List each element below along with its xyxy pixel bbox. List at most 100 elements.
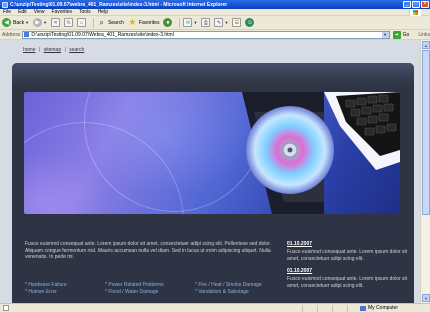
back-button[interactable]: ◀ Back ▼ [2,18,29,27]
address-bar: Address D:\unzip\Testing\01.09.07\Webra_… [0,30,430,40]
address-label: Address [2,31,21,38]
menu-file[interactable]: File [3,9,11,15]
refresh-icon: ↻ [64,18,74,27]
links-toolbar-label[interactable]: Links [418,32,430,38]
home-icon: ⌂ [77,18,87,27]
link-fire-damage[interactable]: * Fire / Heat / Smoke Damage [195,282,275,288]
maximize-button[interactable]: □ [412,1,420,8]
print-button[interactable]: ⎙ [201,18,211,27]
window-title: C:\unzip\Testing\01.09.07\webra_401_Ramz… [10,1,228,8]
menu-help[interactable]: Help [98,9,108,15]
links-row: * Human Error * Flood / Water Damage * V… [25,288,280,295]
standard-toolbar: ◀ Back ▼ ▶ ▼ ✕ ↻ ⌂ ⌕ Search ★ Favorites … [0,16,430,30]
media-button[interactable]: ● [163,18,173,27]
window-title-bar[interactable]: C:\unzip\Testing\01.09.07\webra_401_Ramz… [0,0,430,9]
link-flood-damage[interactable]: * Flood / Water Damage [105,289,195,295]
search-label: Search [108,19,124,26]
news-text: Fusce euismod consequat ante. Lorem ipsu… [287,249,408,262]
status-divider [347,304,348,312]
favorites-label: Favorites [138,19,160,26]
menu-favorites[interactable]: Favorites [51,9,72,15]
vertical-scrollbar[interactable]: ▲ ▼ [420,40,430,303]
menu-tools[interactable]: Tools [79,9,91,15]
link-power-problems[interactable]: * Power Related Problems [105,282,195,288]
home-button[interactable]: ⌂ [77,18,87,27]
site-page-container: Fusce euismod consequat ante. Lorem ipsu… [12,63,414,303]
chevron-down-icon: ▼ [193,20,198,25]
link-hardware-failure[interactable]: * Hardware Failure [25,282,105,288]
forward-arrow-icon: ▶ [33,18,43,27]
chevron-down-icon: ▼ [43,20,48,25]
service-links: * Hardware Failure * Power Related Probl… [25,281,280,295]
discuss-button[interactable]: ☰ [232,18,242,27]
news-date-link[interactable]: 01.10.2007 [287,241,409,247]
status-page-icon [3,305,9,311]
scroll-down-icon[interactable]: ▼ [422,294,430,302]
minimize-button[interactable]: _ [403,1,411,8]
print-icon: ⎙ [201,18,211,27]
discuss-icon: ☰ [232,18,242,27]
menu-bar: File Edit View Favorites Tools Help [0,9,430,16]
page-icon [24,32,30,37]
scroll-up-icon[interactable]: ▲ [422,41,430,49]
edit-button[interactable]: ✎ ▼ [214,18,228,27]
mail-icon: ✉ [183,18,193,27]
messenger-button[interactable]: ☺ [245,18,255,27]
messenger-icon: ☺ [245,18,255,27]
site-top-nav: home | sitemap | search [23,47,84,53]
address-input[interactable]: D:\unzip\Testing\01.09.07\Webra_401_Ramz… [22,30,390,39]
windows-logo-icon [409,9,421,16]
toolbar-divider [179,17,181,28]
site-header-band [12,63,414,85]
search-icon: ⌕ [99,17,104,27]
my-computer-icon [360,305,366,311]
forward-button[interactable]: ▶ ▼ [33,18,47,27]
favorites-button[interactable]: ★ Favorites [128,17,160,27]
news-date-link[interactable]: 01.10.2007 [287,268,409,274]
star-icon: ★ [128,17,137,27]
address-value: D:\unzip\Testing\01.09.07\Webra_401_Ramz… [31,31,174,38]
link-human-error[interactable]: * Human Error [25,289,105,295]
back-label: Back [13,19,25,26]
intro-column: Fusce euismod consequat ante. Lorem ipsu… [25,241,280,261]
menu-edit[interactable]: Edit [18,9,27,15]
refresh-button[interactable]: ↻ [64,18,74,27]
chevron-down-icon: ▼ [25,20,30,25]
hero-banner [24,92,400,214]
go-button[interactable]: ➔ Go [392,30,410,39]
status-divider [317,304,318,312]
cd-drive-illustration [242,92,400,214]
back-arrow-icon: ◀ [2,18,11,27]
status-divider [302,304,303,312]
address-dropdown-button[interactable]: ▼ [381,31,389,38]
news-item: 01.10.2007 Fusce euismod consequat ante.… [287,268,409,289]
status-divider [332,304,333,312]
security-zone: My Computer [360,305,398,311]
stop-button[interactable]: ✕ [51,18,61,27]
links-row: * Hardware Failure * Power Related Probl… [25,281,280,288]
close-button[interactable]: × [421,1,429,8]
mail-button[interactable]: ✉ ▼ [183,18,197,27]
nav-separator: | [64,47,66,53]
chevron-down-icon: ▼ [224,20,229,25]
edit-icon: ✎ [214,18,224,27]
toolbar-divider [93,17,95,28]
search-button[interactable]: ⌕ Search [97,18,124,27]
nav-separator: | [38,47,41,53]
stop-icon: ✕ [51,18,61,27]
news-item: 01.10.2007 Fusce euismod consequat ante.… [287,241,409,262]
intro-paragraph: Fusce euismod consequat ante. Lorem ipsu… [25,241,271,260]
zone-label: My Computer [368,305,399,311]
nav-link-sitemap[interactable]: sitemap [44,47,62,53]
media-icon: ● [163,18,173,27]
scrollbar-thumb[interactable] [422,50,430,215]
link-vandalism[interactable]: * Vandalism & Sabotage [195,289,275,295]
nav-link-home[interactable]: home [23,47,36,53]
news-text: Fusce euismod consequat ante. Lorem ipsu… [287,276,408,289]
ie-app-icon [2,1,8,8]
menu-view[interactable]: View [34,9,45,15]
go-arrow-icon: ➔ [392,30,401,39]
go-label: Go [402,31,410,38]
nav-link-search[interactable]: search [69,47,84,53]
browser-viewport: home | sitemap | search Fusce euismod co… [0,40,430,303]
